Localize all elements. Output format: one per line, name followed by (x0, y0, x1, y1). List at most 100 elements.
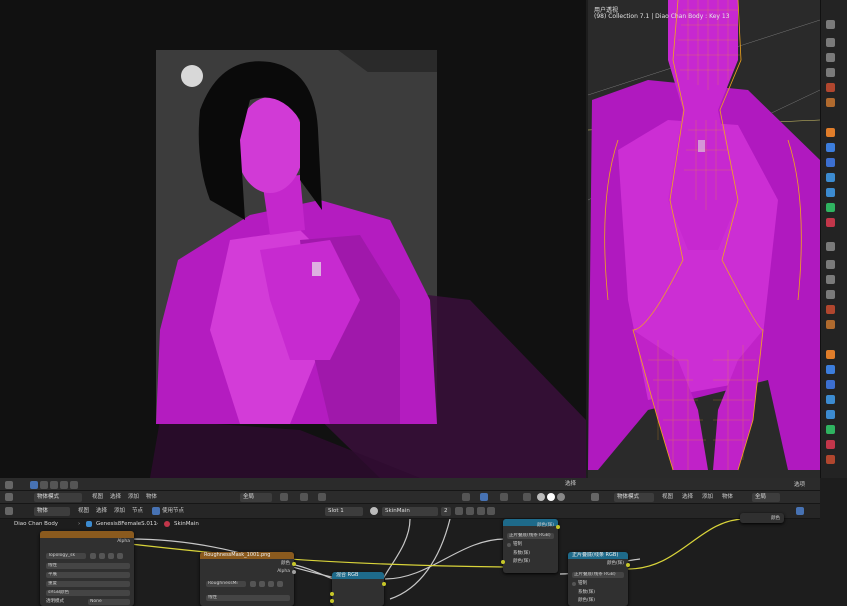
select-subtract-icon[interactable] (50, 481, 58, 489)
editor-type-icon[interactable] (5, 493, 13, 501)
data-triangle-icon[interactable] (826, 203, 835, 212)
image-unlink-icon[interactable] (117, 553, 123, 559)
image-browse-icon[interactable] (250, 581, 256, 587)
world-icon-2[interactable] (826, 320, 835, 329)
modifier-wrench-icon-2[interactable] (826, 365, 835, 374)
menu-view[interactable]: 视图 (78, 507, 89, 516)
overlay-icon[interactable] (500, 493, 508, 501)
node-header[interactable] (40, 531, 134, 538)
tool-icon[interactable] (826, 20, 835, 29)
projection-dropdown[interactable]: 平展 (46, 572, 130, 578)
particles-icon-2[interactable] (826, 380, 835, 389)
editor-type-icon[interactable] (5, 507, 13, 515)
gizmo-icon[interactable] (480, 493, 488, 501)
select-box-icon[interactable] (30, 481, 38, 489)
image-texture-node-1[interactable]: Alpha Topology_sk 线性 平展 重复 sRGB颜色 透明模式 N… (40, 531, 134, 606)
interpolation-dropdown[interactable]: 线性 (206, 595, 290, 601)
menu-select[interactable]: 选择 (682, 493, 693, 502)
image-folder-icon[interactable] (268, 581, 274, 587)
image-users-icon[interactable] (99, 553, 105, 559)
xray-icon[interactable] (523, 493, 531, 501)
menu-object[interactable]: 物体 (722, 493, 733, 502)
color-output-socket[interactable] (556, 525, 560, 529)
alpha-mode-dropdown[interactable]: None (88, 599, 130, 605)
tool-icon-2[interactable] (826, 242, 835, 251)
color-input-socket[interactable] (501, 560, 505, 564)
texture-icon[interactable] (826, 455, 835, 464)
pin-icon[interactable] (487, 507, 495, 515)
output-node[interactable]: 颜色 (740, 513, 784, 523)
menu-select[interactable]: 选择 (110, 493, 121, 502)
menu-add[interactable]: 添加 (702, 493, 713, 502)
blend-type-dropdown[interactable]: 正片叠底(线条 RGB) (507, 533, 554, 539)
image-users-icon[interactable] (259, 581, 265, 587)
color-output-socket[interactable] (382, 582, 386, 586)
world-icon[interactable] (826, 98, 835, 107)
editor-type-icon[interactable] (5, 481, 13, 489)
alpha-output-socket[interactable] (292, 570, 296, 574)
clamp-label[interactable]: 钳制 (578, 581, 587, 587)
clamp-checkbox-icon[interactable] (572, 582, 576, 586)
visibility-icon[interactable] (462, 493, 470, 501)
physics-icon-2[interactable] (826, 395, 835, 404)
node-header[interactable]: 正片叠底(线条 RGB) (568, 552, 628, 559)
slot-dropdown[interactable]: Slot 1 (325, 507, 363, 516)
overlay-toggle-icon[interactable] (796, 507, 804, 515)
image-folder-icon[interactable] (108, 553, 114, 559)
clamp-label[interactable]: 钳制 (513, 542, 522, 548)
node-editor[interactable]: Diao Chan Body › Genesis8FemaleS.011 › S… (0, 513, 820, 606)
menu-add[interactable]: 添加 (128, 493, 139, 502)
multiply-node-2[interactable]: 正片叠底(线条 RGB) 颜色(辉) 正片叠底(线条 RGB) 钳制 系数(辉)… (568, 552, 630, 606)
physics-icon[interactable] (826, 173, 835, 182)
constraints-icon[interactable] (826, 188, 835, 197)
color-output-socket[interactable] (626, 563, 630, 567)
material-icon-2[interactable] (826, 440, 835, 449)
menu-node[interactable]: 节点 (132, 507, 143, 516)
render-icon-2[interactable] (826, 260, 835, 269)
node-header[interactable]: RoughnessMask_1001.png (200, 552, 294, 559)
image-browse-icon[interactable] (90, 553, 96, 559)
menu-select[interactable]: 选择 (96, 507, 107, 516)
color1-input-socket[interactable] (330, 592, 334, 596)
render-icon[interactable] (826, 38, 835, 47)
menu-add[interactable]: 添加 (114, 507, 125, 516)
shading-material-icon[interactable] (547, 493, 555, 501)
mode-dropdown[interactable]: 物体模式 (34, 493, 82, 502)
image-name-field[interactable]: Topology_sk (46, 553, 86, 559)
use-nodes-label[interactable]: 使用节点 (162, 507, 184, 516)
fake-user-icon[interactable] (455, 507, 463, 515)
data-triangle-icon-2[interactable] (826, 425, 835, 434)
material-icon[interactable] (826, 218, 835, 227)
clamp-checkbox-icon[interactable] (507, 543, 511, 547)
breadcrumb-material[interactable]: SkinMain (174, 520, 199, 529)
checkbox-icon[interactable] (152, 507, 160, 515)
multiply-node-1[interactable]: 颜色(辉) 正片叠底(线条 RGB) 钳制 系数(辉) 颜色(辉) (501, 519, 560, 573)
select-label[interactable]: 选择 (565, 480, 576, 489)
duplicate-icon[interactable] (466, 507, 474, 515)
extension-dropdown[interactable]: 重复 (46, 581, 130, 587)
users-count[interactable]: 2 (441, 507, 451, 516)
unlink-icon[interactable] (477, 507, 485, 515)
material-name-field[interactable]: SkinMain (382, 507, 438, 516)
menu-view[interactable]: 视图 (662, 493, 673, 502)
color2-input-socket[interactable] (330, 599, 334, 603)
edit-viewport[interactable]: 用户透视 (98) Collection 7.1 | Diao Chan Bod… (588, 0, 820, 478)
material-browse-icon[interactable] (370, 507, 378, 515)
constraints-icon-2[interactable] (826, 410, 835, 419)
editor-type-icon[interactable] (591, 493, 599, 501)
render-viewport[interactable] (0, 0, 586, 478)
transform-orientation-dropdown[interactable]: 全局 (752, 493, 780, 502)
mix-rgb-node[interactable]: 混合 RGB (330, 572, 386, 606)
select-invert-icon[interactable] (60, 481, 68, 489)
snap-icon[interactable] (300, 493, 308, 501)
transform-orientation-dropdown[interactable]: 全局 (240, 493, 272, 502)
mode-dropdown[interactable]: 物体模式 (614, 493, 654, 502)
select-label[interactable]: 选项 (794, 481, 805, 490)
view-layer-icon[interactable] (826, 68, 835, 77)
shading-solid-icon[interactable] (537, 493, 545, 501)
select-intersect-icon[interactable] (70, 481, 78, 489)
output-icon[interactable] (826, 53, 835, 62)
breadcrumb-mesh[interactable]: Genesis8FemaleS.011 (96, 520, 157, 529)
object-icon[interactable] (826, 128, 835, 137)
blend-type-dropdown[interactable]: 正片叠底(线条 RGB) (572, 572, 624, 578)
